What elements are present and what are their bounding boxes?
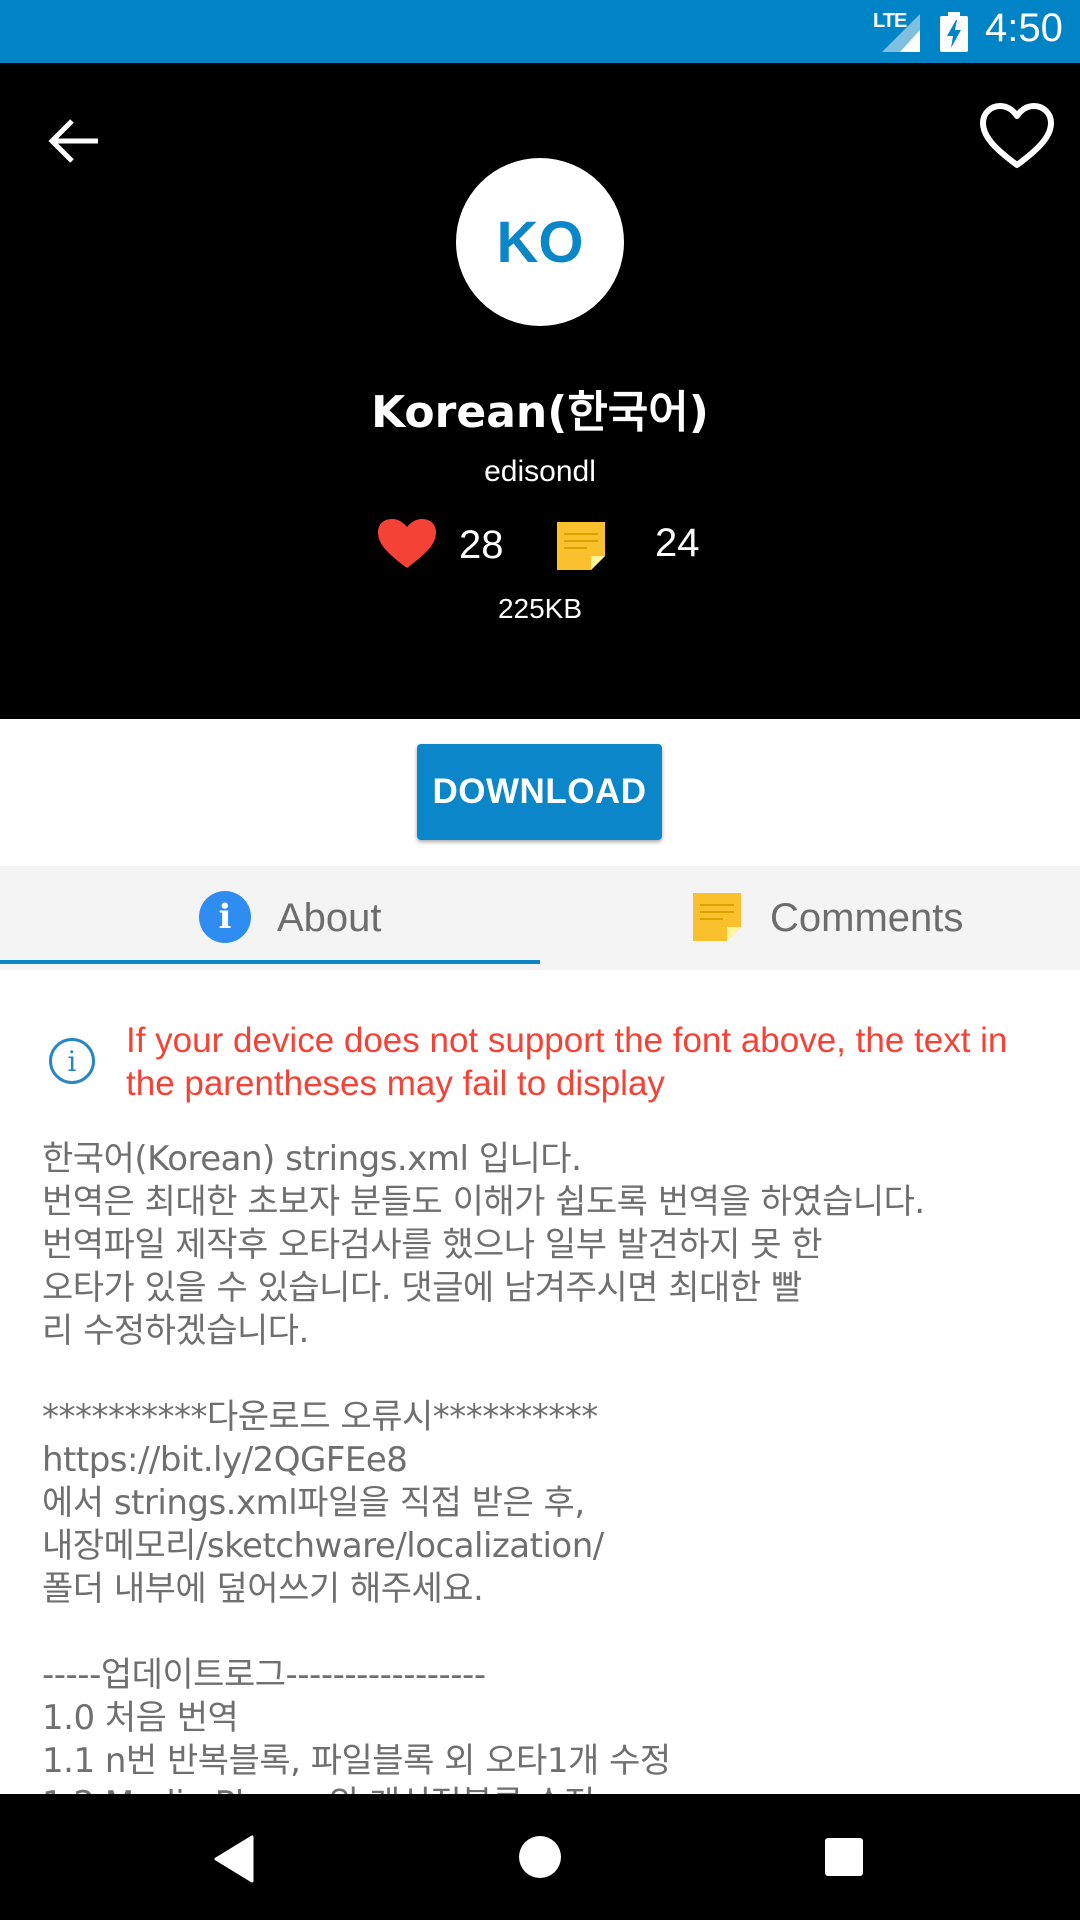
arrow-back-icon bbox=[48, 119, 98, 163]
file-size: 225KB bbox=[497, 593, 583, 624]
note-icon bbox=[693, 893, 741, 941]
battery-charging-icon bbox=[940, 12, 968, 52]
nav-home-icon[interactable] bbox=[519, 1836, 561, 1878]
tab-indicator bbox=[0, 960, 540, 964]
clock: 4:50 bbox=[985, 6, 1063, 50]
info-icon: i bbox=[199, 891, 251, 943]
heart-outline-icon bbox=[980, 103, 1054, 168]
navigation-bar bbox=[0, 1794, 1080, 1920]
status-bar: LTE 4:50 bbox=[0, 0, 1080, 63]
likes-count: 28 bbox=[459, 523, 504, 567]
heart-icon bbox=[378, 519, 436, 568]
nav-back-icon[interactable] bbox=[212, 1835, 256, 1883]
author-name: edisondl bbox=[484, 455, 596, 488]
about-description: 한국어(Korean) strings.xml 입니다. 번역은 최대한 초보자… bbox=[42, 1139, 925, 1794]
page-title: Korean(한국어) bbox=[371, 387, 709, 438]
avatar-initials: KO bbox=[496, 209, 584, 275]
nav-recent-apps-icon[interactable] bbox=[825, 1838, 863, 1876]
download-button[interactable]: DOWNLOAD bbox=[417, 744, 662, 840]
comments-count: 24 bbox=[655, 521, 700, 565]
note-icon bbox=[557, 522, 605, 570]
tab-bar: i About Comments bbox=[0, 866, 1080, 970]
signal-icon bbox=[882, 14, 920, 52]
font-header: KO Korean(한국어) edisondl 28 24 225KB bbox=[0, 63, 1080, 719]
tab-about-label: About bbox=[277, 896, 382, 940]
tab-comments-label: Comments bbox=[770, 896, 964, 940]
favorite-button[interactable] bbox=[974, 103, 1080, 183]
about-scroll-area[interactable]: 한국어(Korean) strings.xml 입니다. 번역은 최대한 초보자… bbox=[0, 990, 1080, 1794]
tab-about[interactable]: i About bbox=[0, 866, 540, 970]
back-button[interactable] bbox=[40, 106, 110, 176]
avatar: KO bbox=[456, 158, 624, 326]
tab-comments[interactable]: Comments bbox=[540, 866, 1080, 970]
